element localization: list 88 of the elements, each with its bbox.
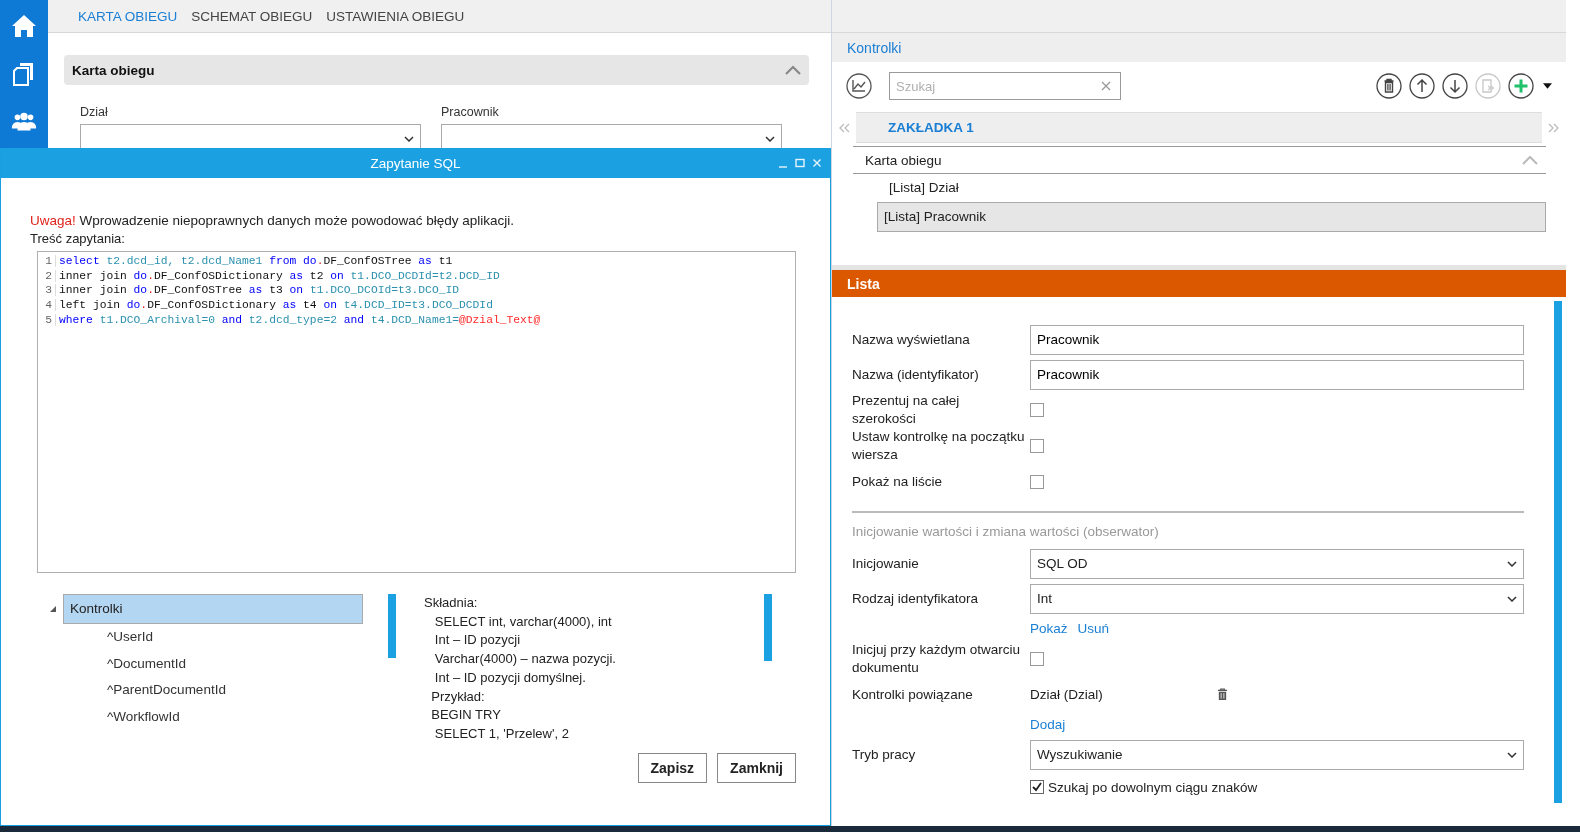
panel-title: Kontrolki xyxy=(847,39,902,56)
group-title: Karta obiegu xyxy=(865,152,942,168)
dialog-title: Zapytanie SQL xyxy=(370,155,461,171)
text-field[interactable]: Pracownik xyxy=(1030,359,1524,390)
line-number: 1 xyxy=(38,255,56,268)
line-number: 4 xyxy=(38,299,56,312)
text-field[interactable]: Pracownik xyxy=(1030,324,1524,355)
double-chevron-right-icon[interactable] xyxy=(1548,122,1560,133)
checkbox[interactable] xyxy=(1030,474,1044,489)
section-label: Inicjowanie wartości i zmiana wartości (obserwator) xyxy=(852,524,1159,539)
property-label: Pokaż na liście xyxy=(852,472,944,491)
property-label: Inicjowanie xyxy=(852,554,920,573)
code-line: inner join do.DF_ConfOSDictionary as t2 on t1.DCO_DCDId=t2.DCD_ID xyxy=(59,269,500,282)
caret-down-icon[interactable] xyxy=(1543,83,1552,89)
expand-triangle-icon[interactable] xyxy=(49,605,57,613)
field-label: Dział xyxy=(80,105,109,119)
code-line: where t1.DCO_Archival=0 and t2.dcd_type=2 and t4.DCD_Name1=@Dzial_Text@ xyxy=(59,313,541,326)
tree-item[interactable]: ^DocumentId xyxy=(107,650,187,678)
property-label: Ustaw kontrolkę na początku wiersza xyxy=(852,428,1026,464)
arrow-down-icon[interactable] xyxy=(1442,73,1468,99)
control-item[interactable]: [Lista] Pracownik xyxy=(877,202,1546,232)
dialog-button[interactable]: Zapisz xyxy=(637,753,708,783)
link[interactable]: Usuń xyxy=(1077,621,1110,636)
home-icon[interactable] xyxy=(10,12,38,40)
checkmark-icon xyxy=(1031,781,1043,793)
scrollbar-thumb[interactable] xyxy=(764,594,772,661)
line-number: 2 xyxy=(38,269,56,282)
property-label: Rodzaj identyfikatora xyxy=(852,589,980,608)
linked-control: Dział (Dzial) xyxy=(1030,687,1217,702)
code-line: left join do.DF_ConfOSDictionary as t4 on t4.DCD_ID=t3.DCO_DCDId xyxy=(59,299,493,312)
scrollbar-thumb[interactable] xyxy=(388,594,396,658)
field-label: Pracownik xyxy=(441,105,500,119)
checkbox[interactable] xyxy=(1030,439,1044,453)
syntax-help-text: Składnia: SELECT int, varchar(4000), int Int – ID pozycji Varchar(4000) – nazwa pozycji. Int – ID pozycji domyślnej. Przykład: BEGIN TRY SELECT 1, 'Przelew', 2 xyxy=(424,594,617,743)
plus-icon[interactable] xyxy=(1508,73,1534,99)
section-header[interactable]: Karta obiegu xyxy=(64,55,809,85)
tree-item[interactable]: ^ParentDocumentId xyxy=(107,677,226,704)
chevron-down-icon xyxy=(404,136,414,142)
group-header[interactable]: Karta obiegu xyxy=(853,146,1546,174)
trash-icon[interactable] xyxy=(1376,73,1402,99)
properties-title: Lista xyxy=(847,275,880,292)
chevron-icon[interactable] xyxy=(785,65,801,75)
nav-tab[interactable]: USTAWIENIA OBIEGU xyxy=(320,8,471,24)
property-label: Tryb pracy xyxy=(852,745,917,764)
arrow-up-icon[interactable] xyxy=(1409,73,1435,99)
property-label: Kontrolki powiązane xyxy=(852,685,974,704)
property-label: Nazwa (identyfikator) xyxy=(852,365,980,384)
chevron-down-icon xyxy=(1507,560,1517,567)
checkbox-label[interactable]: Szukaj po dowolnym ciągu znaków xyxy=(1048,779,1258,795)
line-number: 5 xyxy=(38,313,56,326)
tree-item[interactable]: ^UserId xyxy=(107,624,154,651)
dropdown-field[interactable]: SQL OD xyxy=(1030,548,1524,579)
code-line: inner join do.DF_ConfOSTree as t3 on t1.DCO_DCOId=t3.DCO_ID xyxy=(59,284,460,297)
nav-tab[interactable]: KARTA OBIEGU xyxy=(72,8,184,24)
line-number: 3 xyxy=(38,284,56,297)
chevron-down-icon xyxy=(1507,751,1517,758)
control-item[interactable]: [Lista] Dział xyxy=(877,174,1546,202)
scrollbar-thumb[interactable] xyxy=(1554,301,1562,803)
clear-icon[interactable] xyxy=(1101,81,1111,91)
chart-icon[interactable] xyxy=(846,73,872,99)
property-label: Inicjuj przy każdym otwarciu dokumentu xyxy=(852,641,1022,677)
checkbox[interactable] xyxy=(1030,780,1044,794)
chevron-down-icon xyxy=(765,136,775,142)
property-label: Prezentuj na całej szerokości xyxy=(852,392,961,428)
checkbox[interactable] xyxy=(1030,652,1044,666)
query-label: Treść zapytania: xyxy=(30,231,125,246)
code-editor[interactable] xyxy=(37,251,796,573)
dropdown-field[interactable]: Int xyxy=(1030,583,1524,614)
code-line: select t2.dcd_id, t2.dcd_Name1 from do.DF_ConfOSTree as t1 xyxy=(59,255,453,268)
close-icon[interactable] xyxy=(812,158,822,168)
dropdown-field[interactable]: Wyszukiwanie xyxy=(1030,739,1524,770)
tree-item[interactable]: ^WorkflowId xyxy=(107,703,180,731)
dialog-button[interactable]: Zamknij xyxy=(717,753,796,783)
double-chevron-left-icon[interactable] xyxy=(838,122,850,133)
tab[interactable]: ZAKŁADKA 1 xyxy=(882,119,980,136)
chevron-down-icon xyxy=(1507,595,1517,602)
nav-tab[interactable]: SCHEMAT OBIEGU xyxy=(185,8,319,24)
warning-message: Uwaga! Wprowadzenie niepoprawnych danych może powodować błędy aplikacji. xyxy=(30,213,516,228)
link[interactable]: Pokaż xyxy=(1030,621,1068,636)
checkbox[interactable] xyxy=(1030,403,1044,417)
tree-node[interactable]: Kontrolki xyxy=(63,594,363,624)
property-label: Nazwa wyświetlana xyxy=(852,330,971,349)
maximize-icon[interactable] xyxy=(795,158,805,168)
search-field[interactable]: Szukaj xyxy=(889,72,1121,100)
link[interactable]: Dodaj xyxy=(1030,717,1066,732)
trash-icon[interactable] xyxy=(1217,688,1228,701)
chevron-icon[interactable] xyxy=(1522,155,1538,165)
section-title: Karta obiegu xyxy=(72,62,155,78)
